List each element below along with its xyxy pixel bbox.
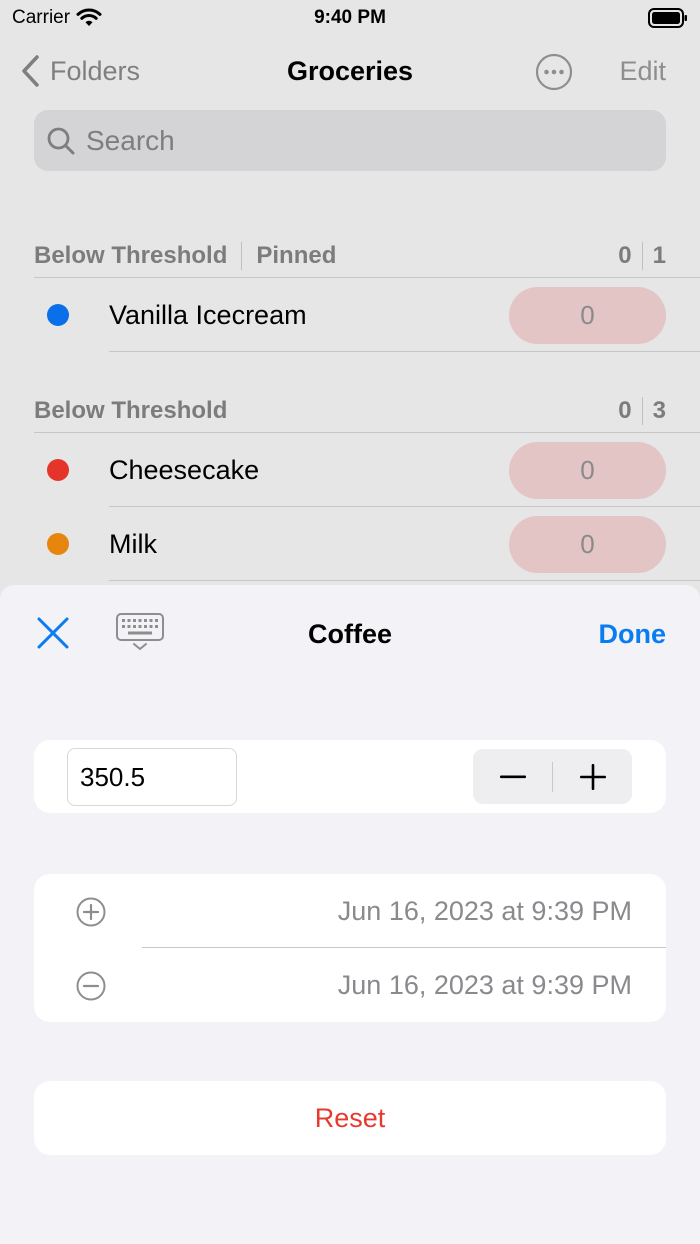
date-text: Jun 16, 2023 at 9:39 PM (337, 970, 632, 1000)
item-count-pill[interactable]: 0 (509, 516, 666, 573)
divider (241, 242, 243, 270)
decrement-button[interactable] (473, 749, 552, 804)
color-dot (47, 459, 69, 481)
more-options-icon[interactable] (535, 53, 573, 91)
status-time: 9:40 PM (314, 7, 386, 28)
total-count: 3 (652, 397, 666, 424)
quantity-field[interactable]: 350.5 (67, 748, 237, 806)
minus-circle-icon (76, 971, 106, 1001)
divider (641, 397, 643, 425)
navigation-bar: Folders Groceries Edit (0, 44, 700, 100)
edit-button[interactable]: Edit (619, 56, 666, 87)
divider (109, 351, 700, 352)
section-header-pinned: Below Threshold Pinned 0 1 (34, 236, 666, 276)
dates-card: Jun 16, 2023 at 9:39 PM Jun 16, 2023 at … (34, 874, 666, 1022)
item-label: Milk (109, 529, 157, 559)
done-button[interactable]: Done (599, 619, 667, 650)
minus-icon (499, 775, 526, 778)
quantity-stepper[interactable] (473, 749, 632, 804)
section-title: Below Threshold (34, 397, 228, 424)
section-counts: 0 1 (618, 242, 666, 270)
reset-button[interactable]: Reset (34, 1081, 666, 1155)
item-label: Cheesecake (109, 455, 260, 485)
total-count: 1 (652, 242, 666, 269)
item-label: Vanilla Icecream (109, 300, 307, 330)
search-placeholder: Search (86, 124, 175, 156)
color-dot (47, 304, 69, 326)
battery-icon (648, 8, 687, 28)
search-input[interactable]: Search (34, 110, 666, 171)
plus-icon (579, 763, 606, 790)
section-header-below-threshold: Below Threshold 0 3 (34, 391, 666, 431)
list-item[interactable]: Cheesecake 0 (0, 433, 700, 507)
date-added-row[interactable]: Jun 16, 2023 at 9:39 PM (34, 874, 666, 948)
date-text: Jun 16, 2023 at 9:39 PM (337, 896, 632, 926)
page-title: Groceries (286, 56, 414, 86)
list-item[interactable]: Vanilla Icecream 0 (0, 278, 700, 352)
date-removed-row[interactable]: Jun 16, 2023 at 9:39 PM (34, 948, 666, 1022)
increment-button[interactable] (553, 749, 632, 804)
quantity-card: 350.5 (34, 740, 666, 813)
color-dot (47, 533, 69, 555)
below-threshold-count: 0 (618, 397, 632, 424)
status-bar: Carrier 9:40 PM (0, 0, 700, 36)
section-title: Below Threshold (34, 242, 228, 269)
section-subtitle: Pinned (256, 242, 337, 269)
plus-circle-icon (76, 897, 106, 927)
list-item[interactable]: Milk 0 (0, 507, 700, 581)
divider (641, 242, 643, 270)
below-threshold-count: 0 (618, 242, 632, 269)
section-counts: 0 3 (618, 397, 666, 425)
sheet-title: Coffee (307, 619, 392, 649)
item-count-pill[interactable]: 0 (509, 442, 666, 499)
search-icon (47, 127, 75, 154)
divider (109, 580, 700, 581)
item-count-pill[interactable]: 0 (509, 287, 666, 344)
